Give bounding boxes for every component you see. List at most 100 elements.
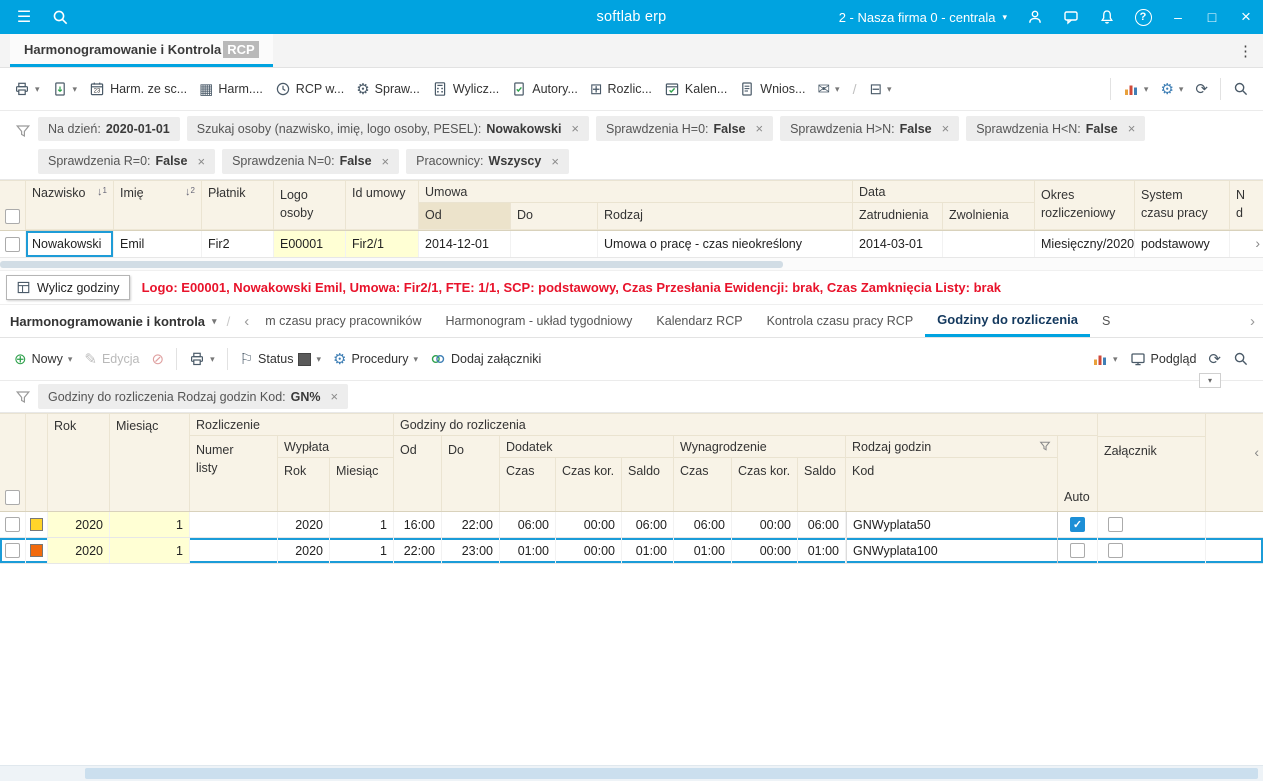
column-filter-funnel-icon[interactable] (1039, 440, 1051, 452)
settings-button[interactable]: ⚙ ▾ (1154, 77, 1189, 102)
chip-close-icon[interactable]: × (1128, 121, 1136, 136)
t2-col-do[interactable]: Do (442, 436, 500, 511)
add-attachments-button[interactable]: Dodaj załączniki (424, 346, 547, 372)
company-selector[interactable]: 2 - Nasza firma 0 - centrala ▾ (829, 10, 1017, 25)
window-minimize-button[interactable]: – (1161, 0, 1195, 34)
filter-row-cell[interactable] (274, 229, 345, 230)
chip-close-icon[interactable]: × (942, 121, 950, 136)
preview-button[interactable]: Podgląd (1124, 346, 1203, 372)
filter-chip-sprawdzenia-n0[interactable]: Sprawdzenia N=0: False × (222, 148, 400, 174)
hours-row[interactable]: 2020 1 2020 1 22:00 23:00 01:00 00:00 01… (0, 538, 1263, 564)
filter-chip-sprawdzenia-r0[interactable]: Sprawdzenia R=0: False × (38, 148, 216, 174)
t2-cell-wyn-saldo[interactable]: 01:00 (798, 538, 846, 563)
kalendarz-button[interactable]: Kalen... (658, 76, 733, 102)
wylicz-godziny-button[interactable]: Wylicz godziny (6, 275, 130, 300)
chip-close-icon[interactable]: × (755, 121, 763, 136)
t2-col-wyn-czas[interactable]: Czas (674, 458, 732, 511)
analysis-chart-button[interactable]: ▾ (1117, 76, 1155, 102)
grid-search-button[interactable] (1227, 346, 1255, 372)
t2-cell-dodatek-czas[interactable]: 06:00 (500, 512, 556, 537)
filter-row-cell[interactable] (114, 229, 201, 230)
t1-cell-okres[interactable]: Miesięczny/2020 (1035, 231, 1135, 257)
t2-col-zalacznik[interactable]: Załącznik (1098, 414, 1206, 511)
auto-checkbox[interactable] (1070, 543, 1085, 558)
tab-overflow-menu-button[interactable]: ⋮ (1238, 34, 1253, 68)
t1-cell-nazwisko[interactable]: Nowakowski (26, 231, 114, 257)
t2-col-wyn-czas-kor[interactable]: Czas kor. (732, 458, 798, 511)
t2-cell-do[interactable]: 23:00 (442, 538, 500, 563)
t2-cell-wyplata-rok[interactable]: 2020 (278, 512, 330, 537)
t2-cell-kod[interactable]: GNWyplata100 (846, 538, 1058, 563)
subtab-truncated[interactable]: S (1090, 305, 1122, 337)
t1-cell-platnik[interactable]: Fir2 (202, 231, 274, 257)
t2-cell-rok[interactable]: 2020 (48, 512, 110, 537)
chip-close-icon[interactable]: × (331, 389, 339, 404)
panel-collapse-button[interactable]: ▾ (1199, 373, 1221, 388)
t2-cell-miesiac[interactable]: 1 (110, 538, 190, 563)
t2-col-wyn-saldo[interactable]: Saldo (798, 458, 846, 511)
row-checkbox[interactable] (5, 517, 20, 532)
filter-row-cell[interactable] (202, 229, 273, 230)
edit-button[interactable]: ✎ Edycja (78, 347, 145, 372)
t2-cell-wyn-czas[interactable]: 01:00 (674, 538, 732, 563)
procedures-button[interactable]: ⚙ Procedury ▾ (327, 347, 424, 372)
t1-col-okres-rozliczeniowy[interactable]: Okres rozliczeniowy (1035, 181, 1135, 230)
filter-chip-rodzaj-godzin-kod[interactable]: Godziny do rozliczenia Rodzaj godzin Kod… (38, 384, 349, 409)
filter-chip-sprawdzenia-h0[interactable]: Sprawdzenia H=0: False × (596, 116, 774, 142)
t2-cell-dodatek-saldo[interactable]: 01:00 (622, 538, 674, 563)
grid-search-button[interactable] (1227, 76, 1255, 102)
mail-button[interactable]: ✉ ▾ (811, 77, 845, 102)
t2-cell-wyn-czas-kor[interactable]: 00:00 (732, 538, 798, 563)
refresh-button[interactable]: ⟳ (1202, 347, 1227, 372)
chevron-left-icon[interactable]: ‹ (1254, 444, 1259, 460)
filter-row-cell[interactable] (1035, 229, 1134, 230)
t2-cell-wyplata-miesiac[interactable]: 1 (330, 512, 394, 537)
t1-col-truncated[interactable]: Nd (1230, 181, 1263, 230)
subtab-kontrola-czasu-pracy-rcp[interactable]: Kontrola czasu pracy RCP (755, 305, 926, 337)
t1-col-imie[interactable]: Imię ↓ 2 (114, 181, 202, 230)
attachment-checkbox[interactable] (1108, 517, 1123, 532)
export-button[interactable]: ▾ (46, 76, 84, 102)
auto-checkbox[interactable]: ✓ (1070, 517, 1085, 532)
user-profile-button[interactable] (1017, 0, 1053, 34)
t2-cell-wyplata-rok[interactable]: 2020 (278, 538, 330, 563)
t2-col-rozliczenie[interactable]: Rozliczenie (190, 414, 393, 436)
t2-cell-rok[interactable]: 2020 (48, 538, 110, 563)
t1-cell-zwolnienia[interactable] (943, 231, 1035, 257)
filter-row-cell[interactable] (346, 229, 418, 230)
t1-col-system-czasu-pracy[interactable]: System czasu pracy (1135, 181, 1230, 230)
wylicz-button[interactable]: Wylicz... (426, 76, 505, 102)
rcp-button[interactable]: RCP w... (269, 76, 350, 102)
row-checkbox[interactable] (5, 543, 20, 558)
t1-col-umowa-rodzaj[interactable]: Rodzaj (598, 203, 853, 230)
wnioski-button[interactable]: Wnios... (733, 76, 811, 102)
sprawdzenia-button[interactable]: ⚙ Spraw... (350, 77, 426, 102)
t2-cell-od[interactable]: 16:00 (394, 512, 442, 537)
hours-row[interactable]: 2020 1 2020 1 16:00 22:00 06:00 00:00 06… (0, 512, 1263, 538)
t2-cell-wyplata-miesiac[interactable]: 1 (330, 538, 394, 563)
t2-col-wyplata[interactable]: Wypłata (278, 436, 394, 458)
chip-close-icon[interactable]: × (551, 154, 559, 169)
print-button[interactable]: ▾ (183, 346, 221, 372)
t1-cell-logo[interactable]: E00001 (274, 231, 346, 257)
t2-col-numer-listy[interactable]: Numer listy (190, 436, 278, 511)
window-close-button[interactable]: × (1229, 0, 1263, 34)
row-checkbox[interactable] (5, 236, 20, 252)
global-search-button[interactable] (42, 0, 78, 34)
t2-cell-dodatek-czas[interactable]: 01:00 (500, 538, 556, 563)
t1-cell-imie[interactable]: Emil (114, 231, 202, 257)
filter-row-cell[interactable] (419, 229, 510, 230)
t1-col-umowa[interactable]: Umowa (419, 181, 852, 203)
t1-select-all-checkbox[interactable] (5, 209, 20, 224)
filter-row-cell[interactable] (26, 229, 113, 230)
t1-cell-zatrudnienia[interactable]: 2014-03-01 (853, 231, 943, 257)
t2-col-wyplata-rok[interactable]: Rok (278, 458, 330, 511)
filter-row-cell[interactable] (511, 229, 597, 230)
filter-chip-na-dzien[interactable]: Na dzień: 2020-01-01 (38, 116, 180, 141)
employee-row[interactable]: Nowakowski Emil Fir2 E00001 Fir2/1 2014-… (0, 231, 1263, 258)
t2-col-miesiac[interactable]: Miesiąc (110, 414, 190, 511)
filter-funnel[interactable] (8, 389, 38, 405)
t2-cell-wyn-czas-kor[interactable]: 00:00 (732, 512, 798, 537)
filter-row-cell[interactable] (1135, 229, 1229, 230)
chip-close-icon[interactable]: × (382, 154, 390, 169)
